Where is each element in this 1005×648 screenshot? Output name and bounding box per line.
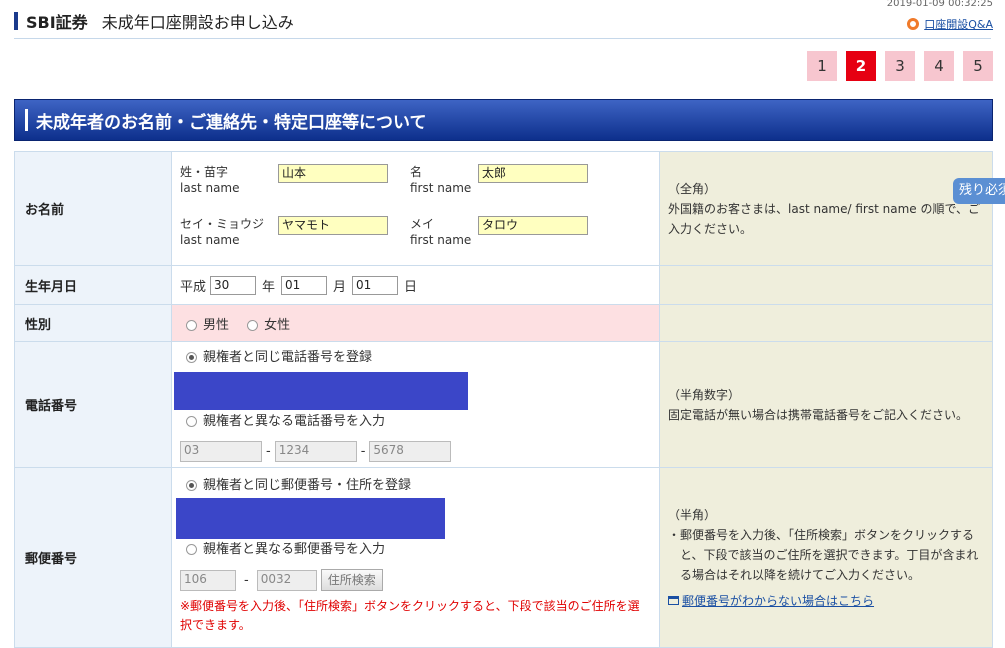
name-note-body: 外国籍のお客さまは、last name/ first name の順で、ご入力く… [668,201,980,236]
name-note: （全角） 外国籍のお客さまは、last name/ first name の順で… [659,151,993,266]
window-icon [668,596,679,605]
header-accent-bar [14,12,18,30]
phone-same-label: 親権者と同じ電話番号を登録 [203,349,373,365]
gender-note [659,304,993,342]
postal-warning: ※郵便番号を入力後、「住所検索」ボタンをクリックすると、下段で該当のご住所を選択… [180,599,640,632]
phone-note-title: （半角数字） [668,387,741,402]
name-inputs-cell: 姓・苗字 last name 山本 名 first name 太郎 セイ・ミョウジ l… [171,151,660,266]
row-postal: 郵便番号 親権者と同じ郵便番号・住所を登録 親権者と異なる郵便番号を入力 106… [14,467,993,648]
step-2-current: 2 [846,51,876,81]
gender-inputs-cell: 男性 女性 [171,304,660,342]
phone-part2-input[interactable]: 1234 [274,440,357,462]
radio-button-selected[interactable] [186,351,197,363]
dash: - [360,443,366,459]
phone-part1-input[interactable]: 03 [180,440,262,462]
postal-part1-input[interactable]: 106 [180,569,236,591]
radio-button-selected[interactable] [186,480,197,491]
row-phone: 電話番号 親権者と同じ電話番号を登録 親権者と異なる電話番号を入力 03 - 1… [14,341,993,468]
faq-link-label: 口座開設Q&A [924,18,993,31]
mei-kana-input[interactable]: タロウ [478,215,588,235]
postal-note-title: （半角） [668,507,717,522]
section-heading: 未成年者のお名前・ご連絡先・特定口座等について [14,99,993,141]
step-3[interactable]: 3 [885,51,915,81]
birth-day-input[interactable]: 01 [352,275,399,295]
gender-male-label: 男性 [203,317,230,333]
phone-part3-input[interactable]: 5678 [369,440,452,462]
name-fields: 姓・苗字 last name 山本 名 first name 太郎 セイ・ミョウジ l… [180,153,651,265]
birth-month-input[interactable]: 01 [281,275,328,295]
postal-note-body: 郵便番号を入力後、「住所検索」ボタンをクリックすると、下段で該当のご住所を選択で… [680,527,979,582]
row-name: お名前 姓・苗字 last name 山本 名 first name 太郎 セイ・ミ… [14,151,993,266]
phone-diff-option[interactable]: 親権者と異なる電話番号を入力 [186,412,651,432]
postal-note: （半角） ・ 郵便番号を入力後、「住所検索」ボタンをクリックすると、下段で該当の… [659,467,993,648]
name-label: お名前 [14,151,172,266]
sei-kana-input[interactable]: ヤマモト [278,215,388,235]
phone-inputs-cell: 親権者と同じ電話番号を登録 親権者と異なる電話番号を入力 03 - 1234 -… [171,341,660,468]
postal-diff-option[interactable]: 親権者と異なる郵便番号を入力 [186,540,651,560]
phone-label: 電話番号 [14,341,172,468]
postal-lookup-link[interactable]: 郵便番号がわからない場合はこちら [668,591,984,611]
brand-name: SBI証券 [26,13,88,32]
row-gender: 性別 男性 女性 [14,304,993,342]
phone-note: （半角数字） 固定電話が無い場合は携帯電話番号をご記入ください。 [659,341,993,468]
postal-label: 郵便番号 [14,467,172,648]
header-divider [14,38,991,39]
name-note-title: （全角） [668,181,717,196]
postal-inputs-cell: 親権者と同じ郵便番号・住所を登録 親権者と異なる郵便番号を入力 106 - 00… [171,467,660,648]
row-birthdate: 生年月日 平成 30 年 01 月 01 日 [14,265,993,305]
sei-label: 姓・苗字 last name [180,164,240,195]
step-1[interactable]: 1 [807,51,837,81]
radio-button[interactable] [186,544,197,555]
redacted-block [174,371,468,410]
page-title: SBI証券 未成年口座開設お申し込み [26,9,294,33]
mei-label: 名 first name [410,164,472,195]
birthdate-label: 生年月日 [14,265,172,305]
mei-input[interactable]: 太郎 [478,163,588,183]
postal-same-option[interactable]: 親権者と同じ郵便番号・住所を登録 [186,476,651,496]
remaining-required-tab[interactable]: 残り必須 [953,178,1005,204]
year-unit: 年 [262,279,276,295]
postal-diff-label: 親権者と異なる郵便番号を入力 [203,542,386,557]
day-unit: 日 [404,279,418,295]
era-label: 平成 [180,279,207,295]
sei-input[interactable]: 山本 [278,163,388,183]
address-search-button[interactable]: 住所検索 [320,569,383,591]
page-title-text: 未成年口座開設お申し込み [101,13,294,32]
phone-same-option[interactable]: 親権者と同じ電話番号を登録 [186,348,651,368]
dash: - [244,572,249,588]
phone-diff-label: 親権者と異なる電話番号を入力 [203,413,386,429]
bullet: ・ [668,527,681,542]
step-5[interactable]: 5 [963,51,993,81]
mei-kana-label: メイ first name [410,216,472,247]
phone-note-body: 固定電話が無い場合は携帯電話番号をご記入ください。 [668,407,969,422]
birthdate-inputs-cell: 平成 30 年 01 月 01 日 [171,265,660,305]
radio-button[interactable] [186,415,197,427]
sei-kana-label: セイ・ミョウジ last name [180,216,265,247]
month-unit: 月 [333,279,347,295]
postal-note-item: ・ 郵便番号を入力後、「住所検索」ボタンをクリックすると、下段で該当のご住所を選… [668,525,984,585]
section-heading-text: 未成年者のお名前・ご連絡先・特定口座等について [36,112,427,133]
postal-part2-input[interactable]: 0032 [256,569,317,591]
step-indicator: 1 2 3 4 5 [807,51,993,81]
postal-lookup-link-label: 郵便番号がわからない場合はこちら [682,593,875,608]
gender-female-label: 女性 [264,317,291,333]
faq-link[interactable]: 口座開設Q&A [907,16,993,32]
radio-button[interactable] [186,319,197,331]
heading-accent-bar [25,109,28,131]
circle-icon [907,18,920,30]
birth-year-input[interactable]: 30 [210,275,257,295]
gender-label: 性別 [14,304,172,342]
radio-button[interactable] [247,319,259,331]
applicant-form-table: お名前 姓・苗字 last name 山本 名 first name 太郎 セイ・ミ… [14,151,993,648]
dash: - [266,443,271,459]
gender-male-option[interactable]: 男性 [186,318,229,333]
gender-female-option[interactable]: 女性 [247,318,290,333]
page-header: SBI証券 未成年口座開設お申し込み 2019-01-09 00:32:25 口座… [0,0,1005,40]
timestamp: 2019-01-09 00:32:25 [886,0,993,9]
redacted-block [176,498,445,539]
postal-same-label: 親権者と同じ郵便番号・住所を登録 [203,478,412,493]
step-4[interactable]: 4 [924,51,954,81]
birthdate-note [659,265,993,305]
